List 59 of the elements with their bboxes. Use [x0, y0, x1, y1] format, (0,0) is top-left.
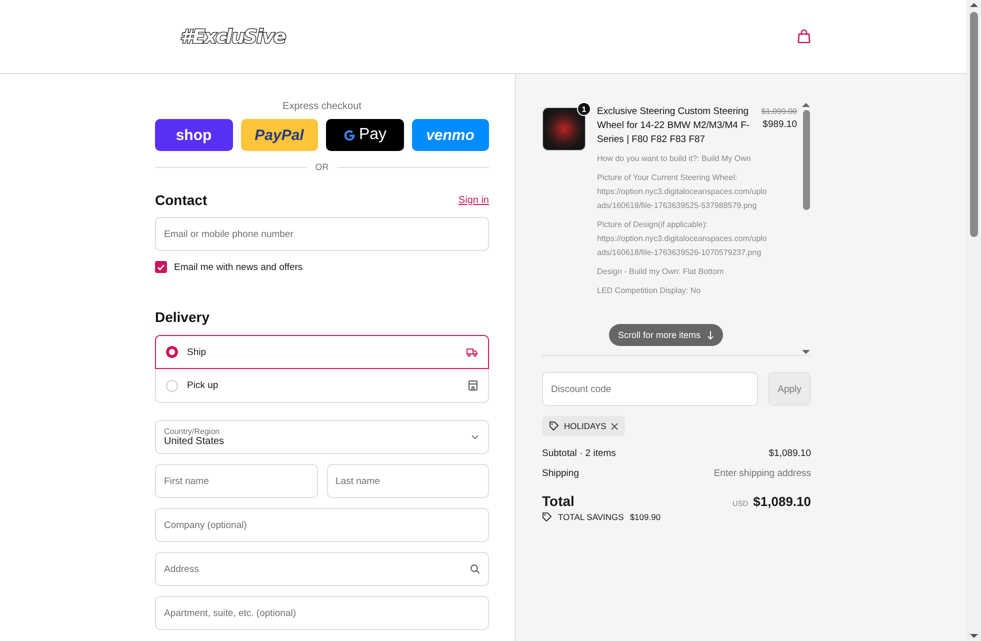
email-field[interactable]: Email or mobile phone number — [155, 217, 489, 251]
venmo-button[interactable]: venmo — [412, 119, 489, 151]
product-price: $989.10 — [762, 118, 797, 131]
address-field[interactable]: Address — [155, 552, 489, 586]
quantity-badge: 1 — [577, 102, 591, 116]
google-pay-button[interactable]: Pay — [326, 119, 404, 151]
input-field[interactable]: Apartment, suite, etc. (optional) — [155, 596, 489, 630]
product-option: Design - Build my Own: Flat Bottom — [597, 265, 797, 279]
scroll-up-arrow-icon[interactable] — [802, 102, 810, 108]
product-option: Picture of Your Current Steering Wheel: https://option.nyc3.digitaloceanspaces.com/uploads/160618/file-1763639525-537988579.png — [597, 171, 797, 213]
arrow-down-icon — [706, 330, 714, 340]
product-option: Picture of Design(if applicable): https://option.nyc3.digitaloceanspaces.com/uploads/160618/file-1763639526-1070579237.png — [597, 218, 797, 260]
input-field[interactable]: First name — [155, 464, 318, 498]
shop-pay-button[interactable]: shop — [155, 119, 232, 151]
product-title: Exclusive Steering Custom Steering Wheel for 14-22 BMW M2/M3/M4 F-Series | F80 F82 F83 F87 — [597, 105, 751, 147]
input-field[interactable]: Last name — [326, 464, 489, 498]
compare-price: $1,099.00 — [761, 106, 797, 118]
close-icon[interactable] — [611, 422, 618, 430]
input-field[interactable]: Company (optional) — [155, 508, 489, 542]
product-option: How do you want to build it?: Build My Own — [597, 152, 797, 166]
tag-icon — [542, 512, 552, 522]
or-divider-label: OR — [315, 162, 329, 172]
logo[interactable]: #ExcluSive — [180, 26, 286, 48]
express-checkout-label: Express checkout — [282, 101, 362, 112]
search-icon[interactable] — [470, 564, 480, 574]
discount-code: HOLIDAYS — [564, 421, 606, 431]
scrollbar-thumb[interactable] — [970, 12, 978, 237]
g-letter-icon — [342, 128, 356, 142]
paypal-button[interactable]: PayPal — [240, 119, 318, 151]
chevron-down-icon — [471, 434, 479, 440]
discount-code-field[interactable]: Discount code — [542, 372, 758, 406]
checkbox-label: Email me with news and offers — [174, 262, 303, 272]
savings-label: TOTAL SAVINGS — [558, 512, 624, 522]
subtotal-label: Subtotal · 2 items — [542, 448, 616, 459]
shipping-value: Enter shipping address — [714, 468, 811, 479]
scroll-down-arrow-icon[interactable] — [802, 349, 810, 355]
truck-icon — [466, 347, 478, 357]
scroll-up-arrow-icon[interactable] — [970, 0, 978, 10]
subtotal-value: $1,089.10 — [768, 448, 811, 459]
scroll-hint-button[interactable]: Scroll for more items — [609, 324, 723, 346]
scrollbar-thumb[interactable] — [802, 110, 810, 210]
radio-button[interactable] — [166, 346, 178, 358]
section-heading: Delivery — [155, 309, 210, 325]
tag-icon — [549, 421, 559, 431]
shopping-bag-icon[interactable] — [797, 29, 811, 44]
delivery-option[interactable]: Pick up — [155, 369, 489, 403]
shipping-label: Shipping — [542, 468, 579, 479]
total-label: Total — [542, 493, 574, 509]
total-value: $1,089.10 — [753, 494, 811, 508]
delivery-option[interactable]: Ship — [155, 335, 489, 369]
section-heading: Contact — [155, 192, 208, 208]
product-option: LED Competition Display: No — [597, 284, 797, 298]
store-icon — [468, 380, 478, 391]
scroll-down-arrow-icon[interactable] — [970, 631, 978, 641]
savings-value: $109.90 — [630, 512, 661, 522]
checkbox[interactable] — [155, 261, 167, 273]
country-select[interactable]: Country/Region United States — [155, 420, 489, 454]
sign-in-link[interactable]: Sign in — [458, 194, 489, 206]
apply-button[interactable]: Apply — [768, 372, 811, 406]
